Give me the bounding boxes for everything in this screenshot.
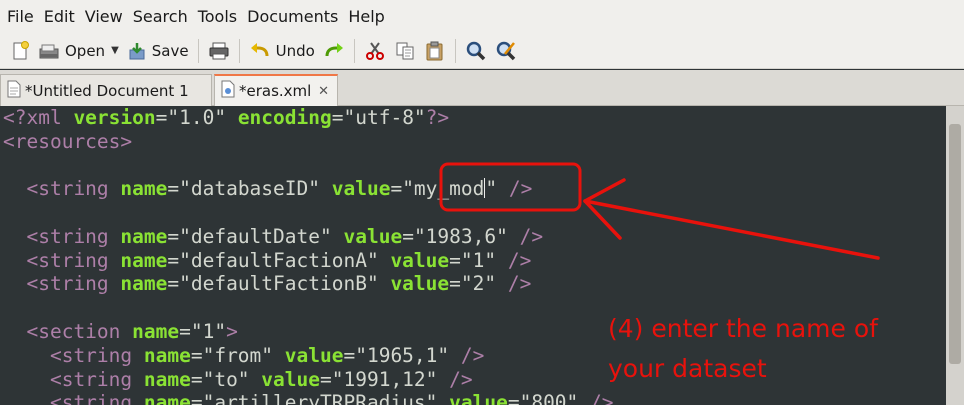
printer-icon	[208, 41, 230, 61]
paste-button[interactable]	[420, 36, 450, 66]
menu-edit[interactable]: Edit	[40, 0, 81, 33]
undo-label: Undo	[275, 41, 315, 60]
code-line: <string name="defaultFactionB" value="2"…	[3, 272, 532, 295]
toolbar: Open ▼ Save Undo	[0, 33, 964, 69]
tab-eras-xml[interactable]: *eras.xml ✕	[214, 74, 338, 106]
tab-label: *eras.xml	[239, 82, 312, 100]
tab-untitled-document[interactable]: *Untitled Document 1	[0, 74, 212, 106]
undo-button[interactable]: Undo	[245, 36, 319, 66]
open-button[interactable]: Open ▼	[34, 36, 123, 66]
open-dropdown-arrow-icon[interactable]: ▼	[111, 45, 119, 56]
close-tab-icon[interactable]: ✕	[318, 84, 329, 99]
menu-file[interactable]: File	[3, 0, 40, 33]
xml-document-icon	[221, 80, 235, 102]
code-line: <?xml version="1.0" encoding="utf-8"?>	[3, 106, 450, 129]
text-document-icon	[7, 80, 21, 102]
scrollbar-thumb[interactable]	[949, 124, 961, 364]
redo-button[interactable]	[319, 36, 349, 66]
gedit-window: File Edit View Search Tools Documents He…	[0, 0, 964, 405]
code-line-database-id: <string name="databaseID" value="my_mod"…	[3, 177, 533, 200]
cut-button[interactable]	[360, 36, 390, 66]
vertical-scrollbar[interactable]	[946, 106, 964, 405]
undo-arrow-icon	[249, 41, 271, 61]
code-line: <string name="to" value="1991,12" />	[3, 368, 473, 391]
clipboard-icon	[424, 41, 446, 61]
open-folder-icon	[38, 41, 60, 61]
copy-icon	[394, 41, 416, 61]
code-line: <string name="artilleryTRPRadius" value=…	[3, 391, 614, 405]
copy-button[interactable]	[390, 36, 420, 66]
code-line: <section name="1">	[3, 320, 238, 343]
menu-documents[interactable]: Documents	[243, 0, 344, 33]
code-editor[interactable]: <?xml version="1.0" encoding="utf-8"?> <…	[0, 106, 946, 405]
new-document-icon	[10, 40, 30, 61]
scissors-icon	[364, 41, 386, 61]
new-button[interactable]	[6, 36, 34, 66]
redo-arrow-icon	[323, 41, 345, 61]
document-tab-bar: *Untitled Document 1 *eras.xml ✕	[0, 70, 964, 106]
save-icon	[127, 41, 147, 61]
magnifier-icon	[465, 41, 487, 61]
toolbar-separator	[238, 38, 240, 63]
find-replace-button[interactable]	[491, 36, 521, 66]
tab-label: *Untitled Document 1	[25, 81, 189, 100]
save-button[interactable]: Save	[123, 36, 193, 66]
toolbar-separator	[454, 38, 456, 63]
find-button[interactable]	[461, 36, 491, 66]
code-line: <string name="from" value="1965,1" />	[3, 344, 485, 367]
code-line: <resources>	[3, 130, 133, 153]
menu-view[interactable]: View	[81, 0, 129, 33]
open-label: Open	[65, 41, 106, 60]
save-label: Save	[151, 41, 189, 60]
toolbar-separator	[353, 38, 355, 63]
toolbar-separator	[197, 38, 199, 63]
menu-bar: File Edit View Search Tools Documents He…	[0, 0, 964, 33]
menu-tools[interactable]: Tools	[194, 0, 243, 33]
code-line: <string name="defaultFactionA" value="1"…	[3, 249, 532, 272]
find-replace-icon	[495, 41, 517, 61]
code-line: <string name="defaultDate" value="1983,6…	[3, 225, 544, 248]
print-button[interactable]	[204, 36, 234, 66]
menu-search[interactable]: Search	[129, 0, 194, 33]
menu-help[interactable]: Help	[344, 0, 390, 33]
